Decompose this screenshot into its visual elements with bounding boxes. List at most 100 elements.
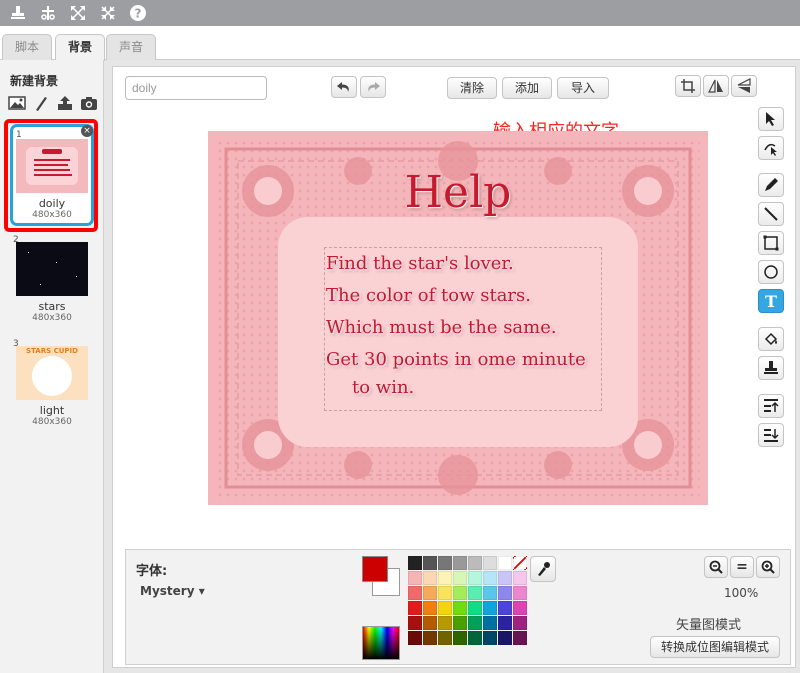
tab-backdrops[interactable]: 背景	[55, 34, 106, 61]
stamp-tool-icon[interactable]	[758, 356, 784, 380]
palette-swatch[interactable]	[498, 571, 512, 585]
palette-swatch[interactable]	[513, 631, 527, 645]
palette-swatch[interactable]	[438, 631, 452, 645]
canvas-text-line: to win.	[352, 377, 415, 398]
palette-swatch[interactable]	[483, 571, 497, 585]
palette-swatch[interactable]	[423, 556, 437, 570]
palette-swatch[interactable]	[453, 586, 467, 600]
rectangle-tool-icon[interactable]	[758, 231, 784, 255]
menubar: ?	[0, 0, 800, 26]
backdrop-size: 480x360	[32, 313, 72, 323]
ellipse-tool-icon[interactable]	[758, 260, 784, 284]
upload-file-icon[interactable]	[56, 94, 74, 112]
palette-swatch[interactable]	[408, 631, 422, 645]
backdrop-item-stars[interactable]: 2 stars 480x360	[10, 232, 94, 332]
palette-swatch[interactable]	[468, 631, 482, 645]
color-spectrum-picker[interactable]	[362, 626, 400, 660]
palette-swatch[interactable]	[423, 616, 437, 630]
palette-swatch[interactable]	[483, 556, 497, 570]
palette-swatch[interactable]	[453, 556, 467, 570]
add-button[interactable]: 添加	[502, 77, 552, 99]
palette-swatch[interactable]	[408, 556, 422, 570]
import-button[interactable]: 导入	[557, 77, 609, 99]
palette-swatch[interactable]	[438, 571, 452, 585]
palette-swatch[interactable]	[468, 556, 482, 570]
undo-button[interactable]	[331, 76, 357, 98]
palette-swatch[interactable]	[468, 571, 482, 585]
flip-horizontal-icon[interactable]	[703, 75, 729, 97]
palette-swatch[interactable]	[483, 616, 497, 630]
palette-swatch[interactable]	[438, 556, 452, 570]
fill-bucket-tool-icon[interactable]	[758, 327, 784, 351]
palette-swatch[interactable]	[468, 601, 482, 615]
palette-swatch[interactable]	[498, 601, 512, 615]
palette-swatch[interactable]	[468, 586, 482, 600]
palette-swatch[interactable]	[498, 631, 512, 645]
primary-color-swatch[interactable]	[362, 556, 388, 582]
zoom-reset-icon[interactable]: =	[730, 556, 754, 578]
backdrop-name-input[interactable]	[125, 76, 267, 100]
new-backdrop-title: 新建背景	[10, 74, 59, 88]
palette-swatch[interactable]	[498, 616, 512, 630]
cut-scissors-icon[interactable]	[38, 3, 58, 23]
no-color-swatch[interactable]	[513, 556, 527, 570]
reshape-tool-icon[interactable]	[758, 136, 784, 160]
backward-layer-icon[interactable]	[758, 423, 784, 447]
grow-icon[interactable]	[68, 3, 88, 23]
duplicate-stamp-icon[interactable]	[8, 3, 28, 23]
palette-swatch[interactable]	[453, 616, 467, 630]
select-tool-icon[interactable]	[758, 107, 784, 131]
backdrop-thumbnail: STARS CUPID	[16, 346, 88, 400]
zoom-in-icon[interactable]	[756, 556, 780, 578]
palette-swatch[interactable]	[438, 586, 452, 600]
palette-swatch[interactable]	[423, 571, 437, 585]
forward-layer-icon[interactable]	[758, 394, 784, 418]
backdrop-list-panel: 新建背景 1 × doily 480x360 2 stars 480x360 3…	[0, 60, 104, 673]
help-icon[interactable]: ?	[128, 3, 148, 23]
camera-icon[interactable]	[80, 94, 98, 112]
clear-button[interactable]: 清除	[447, 77, 497, 99]
palette-swatch[interactable]	[408, 601, 422, 615]
text-tool-icon[interactable]: T	[758, 289, 784, 313]
pencil-tool-icon[interactable]	[758, 173, 784, 197]
convert-to-bitmap-button[interactable]: 转换成位图编辑模式	[650, 636, 780, 658]
palette-swatch[interactable]	[468, 616, 482, 630]
palette-swatch[interactable]	[513, 586, 527, 600]
palette-swatch[interactable]	[498, 556, 512, 570]
tab-scripts[interactable]: 脚本	[2, 34, 53, 60]
redo-button[interactable]	[360, 76, 386, 98]
backdrop-item-light[interactable]: 3 STARS CUPID light 480x360	[10, 336, 94, 436]
zoom-out-icon[interactable]	[704, 556, 728, 578]
palette-swatch[interactable]	[438, 616, 452, 630]
palette-swatch[interactable]	[423, 586, 437, 600]
palette-swatch[interactable]	[513, 616, 527, 630]
font-dropdown[interactable]: Mystery ▾	[140, 584, 205, 598]
tab-sounds[interactable]: 声音	[106, 34, 157, 60]
palette-swatch[interactable]	[483, 586, 497, 600]
palette-swatch[interactable]	[453, 631, 467, 645]
shrink-icon[interactable]	[98, 3, 118, 23]
palette-swatch[interactable]	[453, 601, 467, 615]
canvas-text-line: The color of tow stars.	[326, 285, 531, 306]
palette-swatch[interactable]	[423, 631, 437, 645]
palette-swatch[interactable]	[453, 571, 467, 585]
palette-swatch[interactable]	[438, 601, 452, 615]
palette-swatch[interactable]	[408, 571, 422, 585]
drawing-canvas[interactable]: Help Find the star's lover. The color of…	[208, 131, 708, 505]
palette-swatch[interactable]	[408, 586, 422, 600]
palette-swatch[interactable]	[423, 601, 437, 615]
palette-swatch[interactable]	[483, 631, 497, 645]
palette-swatch[interactable]	[498, 586, 512, 600]
line-tool-icon[interactable]	[758, 202, 784, 226]
canvas-text-line: Get 30 points in ome minute	[326, 349, 586, 370]
palette-swatch[interactable]	[513, 571, 527, 585]
crop-icon[interactable]	[675, 75, 701, 97]
paint-new-icon[interactable]	[32, 94, 50, 112]
eyedropper-icon[interactable]	[530, 556, 556, 582]
flip-vertical-icon[interactable]	[731, 75, 757, 97]
palette-swatch[interactable]	[483, 601, 497, 615]
choose-from-library-icon[interactable]	[8, 94, 26, 112]
font-label: 字体:	[136, 564, 168, 579]
palette-swatch[interactable]	[408, 616, 422, 630]
palette-swatch[interactable]	[513, 601, 527, 615]
